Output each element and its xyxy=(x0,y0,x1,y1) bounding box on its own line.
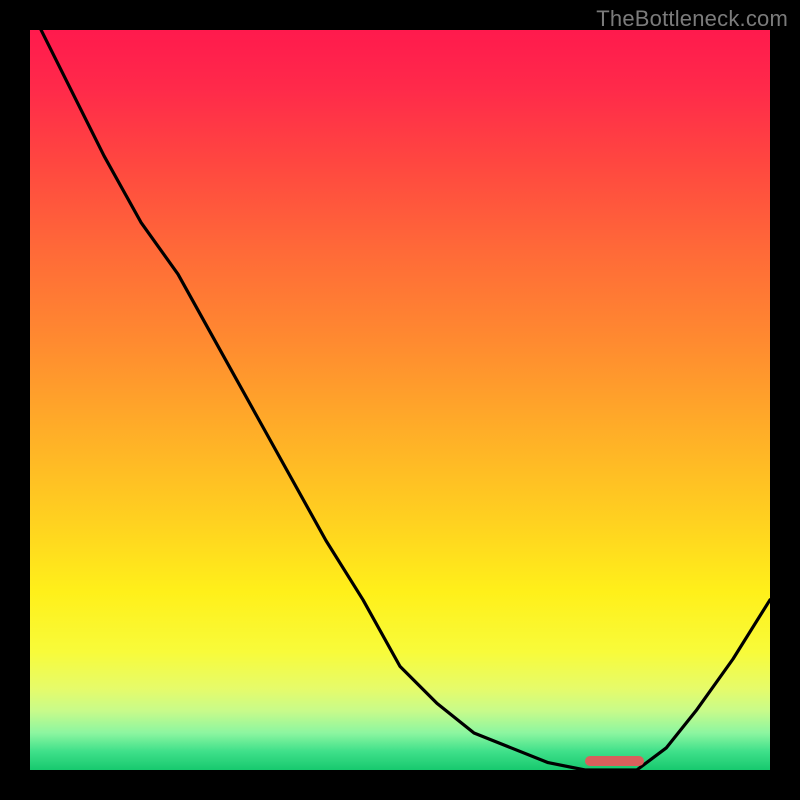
optimum-marker xyxy=(585,756,644,766)
curve-path xyxy=(30,8,770,770)
plot-area xyxy=(30,30,770,770)
watermark-label: TheBottleneck.com xyxy=(596,6,788,32)
bottleneck-curve xyxy=(30,30,770,770)
chart-container: TheBottleneck.com xyxy=(0,0,800,800)
